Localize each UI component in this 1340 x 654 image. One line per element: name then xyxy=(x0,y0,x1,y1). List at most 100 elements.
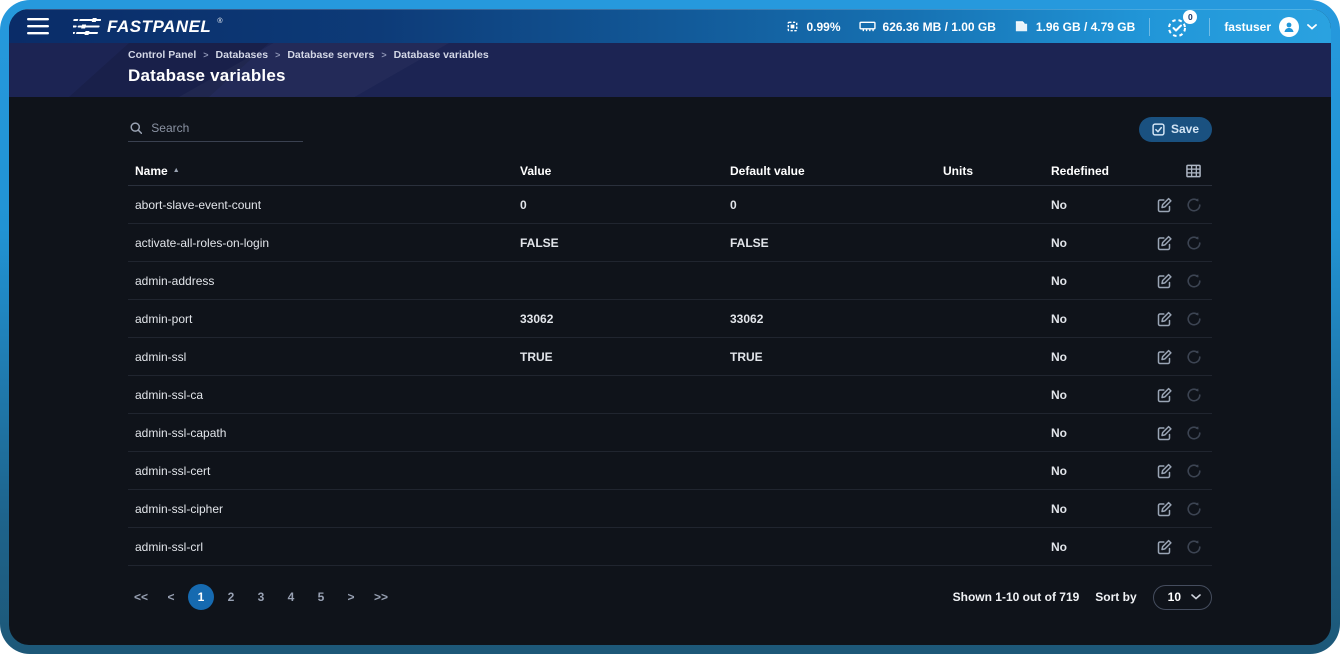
avatar xyxy=(1279,17,1299,37)
edit-icon xyxy=(1157,425,1173,441)
reset-button[interactable] xyxy=(1185,196,1203,214)
edit-icon xyxy=(1157,197,1173,213)
edit-icon xyxy=(1157,539,1173,555)
variable-name: admin-address xyxy=(135,274,520,288)
reset-button[interactable] xyxy=(1185,348,1203,366)
variable-redefined: No xyxy=(1051,540,1148,554)
stat-ram: 626.36 MB / 1.00 GB xyxy=(859,20,996,34)
save-button[interactable]: Save xyxy=(1139,117,1212,142)
reset-button[interactable] xyxy=(1185,500,1203,518)
tasks-button[interactable]: 0 xyxy=(1164,14,1195,39)
ram-icon xyxy=(859,20,876,33)
variable-redefined: No xyxy=(1051,274,1148,288)
reset-button[interactable] xyxy=(1185,462,1203,480)
edit-icon xyxy=(1157,273,1173,289)
variable-value: TRUE xyxy=(520,350,730,364)
pagination-page-4[interactable]: 4 xyxy=(278,584,304,610)
page-size-select[interactable]: 10 xyxy=(1153,585,1212,610)
edit-button[interactable] xyxy=(1156,386,1174,404)
pagination-next[interactable]: > xyxy=(338,584,364,610)
reset-button[interactable] xyxy=(1185,538,1203,556)
breadcrumb: Control Panel>Databases>Database servers… xyxy=(128,49,1212,61)
save-button-label: Save xyxy=(1171,122,1199,136)
edit-button[interactable] xyxy=(1156,348,1174,366)
variable-name: admin-ssl-capath xyxy=(135,426,520,440)
reset-icon xyxy=(1186,387,1202,403)
page-size-value: 10 xyxy=(1168,590,1181,604)
edit-button[interactable] xyxy=(1156,272,1174,290)
reset-icon xyxy=(1186,197,1202,213)
logo-text: FASTPANEL xyxy=(107,17,211,37)
edit-button[interactable] xyxy=(1156,424,1174,442)
sort-by-label: Sort by xyxy=(1095,590,1136,604)
reset-button[interactable] xyxy=(1185,272,1203,290)
table-header: Name ▲ Value Default value Units Redefin… xyxy=(128,156,1212,186)
reset-icon xyxy=(1186,273,1202,289)
breadcrumb-item: Database variables xyxy=(394,49,489,61)
table-row: admin-port 33062 33062 No xyxy=(128,300,1212,338)
reset-button[interactable] xyxy=(1185,234,1203,252)
tasks-badge: 0 xyxy=(1183,10,1197,24)
username: fastuser xyxy=(1224,20,1271,34)
edit-button[interactable] xyxy=(1156,538,1174,556)
pagination-last[interactable]: >> xyxy=(368,584,394,610)
topbar-divider xyxy=(1149,18,1150,36)
pagination-prev[interactable]: < xyxy=(158,584,184,610)
edit-button[interactable] xyxy=(1156,462,1174,480)
reset-button[interactable] xyxy=(1185,310,1203,328)
breadcrumb-item[interactable]: Database servers xyxy=(287,49,374,61)
variable-redefined: No xyxy=(1051,198,1148,212)
sort-asc-icon: ▲ xyxy=(173,167,180,174)
variable-redefined: No xyxy=(1051,502,1148,516)
edit-button[interactable] xyxy=(1156,196,1174,214)
column-settings-button[interactable] xyxy=(1148,164,1212,178)
topbar-right: 0.99%626.36 MB / 1.00 GB1.96 GB / 4.79 G… xyxy=(785,14,1318,39)
menu-button[interactable] xyxy=(19,14,57,39)
table-row: admin-ssl-cert No xyxy=(128,452,1212,490)
column-header-redefined[interactable]: Redefined xyxy=(1051,164,1148,178)
stat-value: 0.99% xyxy=(807,20,841,34)
reset-icon xyxy=(1186,235,1202,251)
pagination-page-2[interactable]: 2 xyxy=(218,584,244,610)
search-icon xyxy=(130,121,142,135)
search-input[interactable] xyxy=(151,121,301,135)
variable-redefined: No xyxy=(1051,426,1148,440)
reset-button[interactable] xyxy=(1185,386,1203,404)
pagination-page-1[interactable]: 1 xyxy=(188,584,214,610)
variable-redefined: No xyxy=(1051,388,1148,402)
cpu-icon xyxy=(785,19,800,34)
stat-value: 626.36 MB / 1.00 GB xyxy=(883,20,996,34)
table-row: admin-ssl TRUE TRUE No xyxy=(128,338,1212,376)
pagination-page-5[interactable]: 5 xyxy=(308,584,334,610)
variables-table: Name ▲ Value Default value Units Redefin… xyxy=(128,156,1212,566)
edit-icon xyxy=(1157,387,1173,403)
search-field xyxy=(128,117,303,142)
reset-button[interactable] xyxy=(1185,424,1203,442)
column-header-name[interactable]: Name ▲ xyxy=(135,164,520,178)
pagination-first[interactable]: << xyxy=(128,584,154,610)
variable-name: admin-ssl-ca xyxy=(135,388,520,402)
variable-default-value: TRUE xyxy=(730,350,943,364)
edit-button[interactable] xyxy=(1156,234,1174,252)
variable-name: admin-ssl-cert xyxy=(135,464,520,478)
topbar-divider xyxy=(1209,18,1210,36)
table-footer: <<<12345>>> Shown 1-10 out of 719 Sort b… xyxy=(128,584,1212,610)
edit-icon xyxy=(1157,235,1173,251)
hamburger-icon xyxy=(27,18,49,35)
column-header-value[interactable]: Value xyxy=(520,164,730,178)
column-header-default-value[interactable]: Default value xyxy=(730,164,943,178)
fastpanel-app: FASTPANEL ® 0.99%626.36 MB / 1.00 GB1.96… xyxy=(9,9,1331,645)
edit-button[interactable] xyxy=(1156,310,1174,328)
fastpanel-logo[interactable]: FASTPANEL ® xyxy=(73,17,222,37)
table-row: admin-ssl-ca No xyxy=(128,376,1212,414)
breadcrumb-item[interactable]: Databases xyxy=(216,49,269,61)
breadcrumb-item[interactable]: Control Panel xyxy=(128,49,196,61)
edit-button[interactable] xyxy=(1156,500,1174,518)
variable-redefined: No xyxy=(1051,312,1148,326)
app-window: FASTPANEL ® 0.99%626.36 MB / 1.00 GB1.96… xyxy=(0,0,1340,654)
table-columns-icon xyxy=(1186,164,1201,178)
variable-redefined: No xyxy=(1051,350,1148,364)
user-menu[interactable]: fastuser xyxy=(1224,17,1317,37)
pagination-page-3[interactable]: 3 xyxy=(248,584,274,610)
column-header-units[interactable]: Units xyxy=(943,164,1051,178)
